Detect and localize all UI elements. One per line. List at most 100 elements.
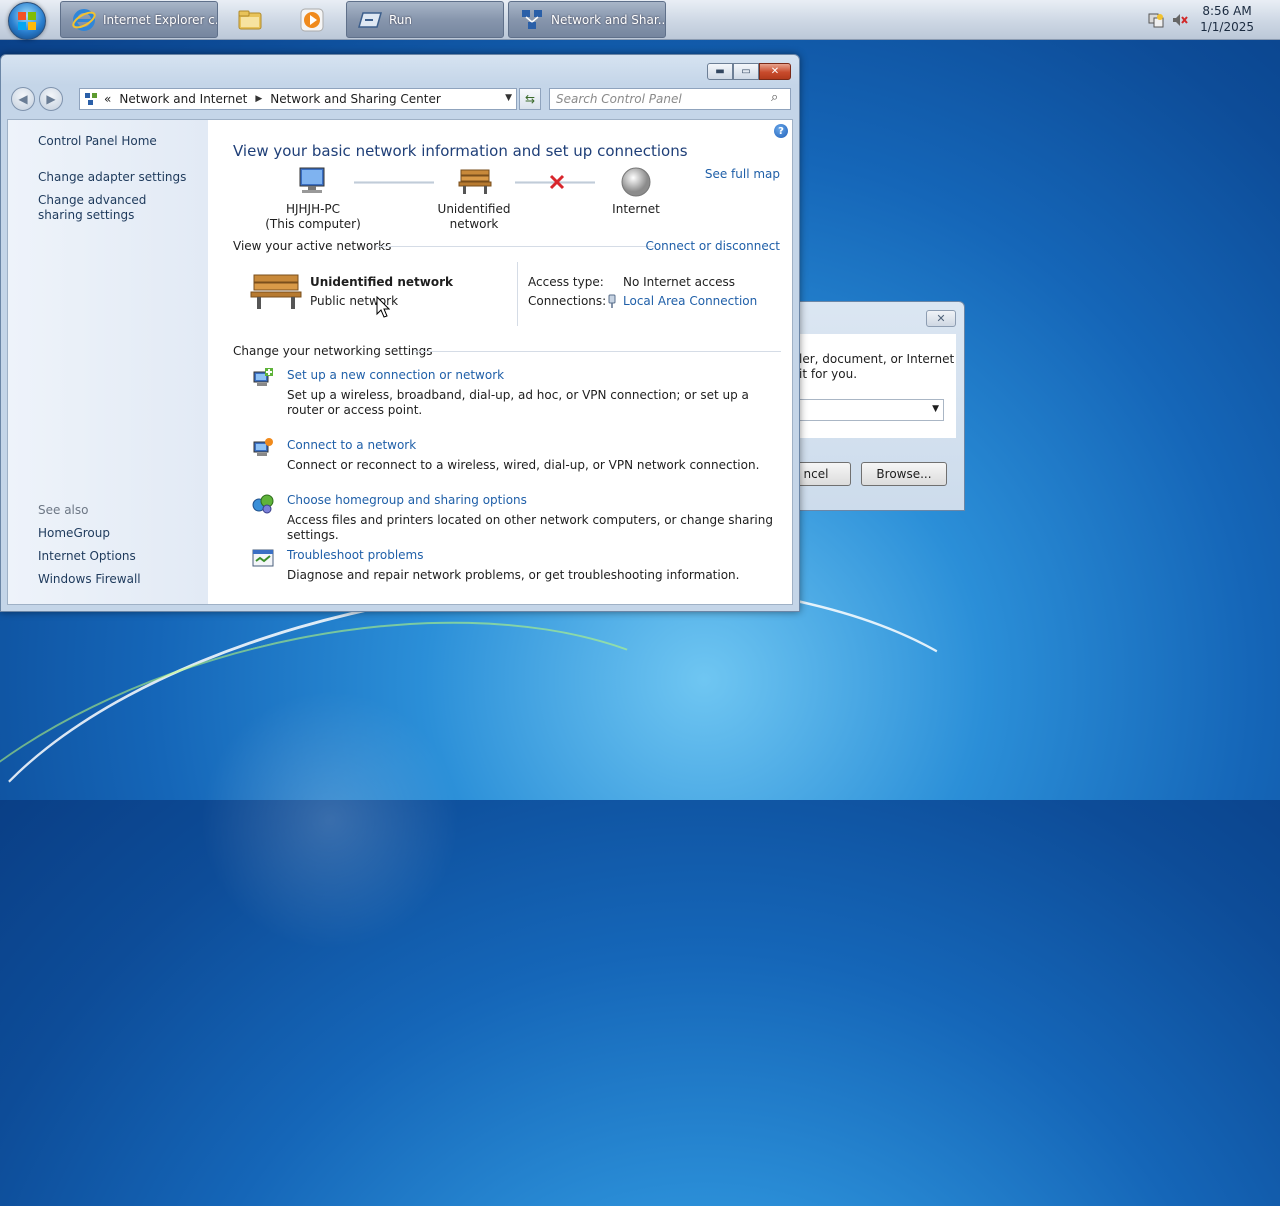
internet-globe-icon [621,167,651,197]
see-also-label: See also [38,503,89,517]
windows-firewall-link[interactable]: Windows Firewall [38,572,198,587]
connect-to-network-link[interactable]: Connect to a network [287,438,416,452]
breadcrumb-network-and-internet[interactable]: Network and Internet [119,92,247,106]
maximize-icon: ▭ [741,66,751,77]
chevron-right-icon[interactable]: ▶ [255,94,262,104]
breadcrumb-network-sharing-center[interactable]: Network and Sharing Center [270,92,441,106]
taskbar-item-media-player[interactable] [284,1,340,38]
disconnected-x-icon[interactable] [549,174,565,190]
see-full-map-link[interactable]: See full map [705,167,780,181]
dropdown-arrow-icon: ▼ [932,404,939,414]
close-button[interactable]: ✕ [759,63,791,80]
networking-settings-header: Change your networking settings [233,344,433,358]
active-networks-header: View your active networks [233,239,392,253]
divider [517,262,518,326]
taskbar-item-internet-explorer[interactable]: Internet Explorer c... [60,1,218,38]
taskbar-item-label: Network and Shar... [551,12,665,27]
connect-or-disconnect-link[interactable]: Connect or disconnect [645,239,780,253]
chevron-down-icon[interactable]: ▼ [505,93,512,103]
run-dialog-body: ler, document, or Internet it for you. ▼ [789,334,956,438]
active-network-name: Unidentified network [310,275,453,289]
change-adapter-settings-link[interactable]: Change adapter settings [38,170,198,185]
desktop-glow [200,690,460,950]
troubleshoot-problems-desc: Diagnose and repair network problems, or… [287,568,740,582]
ethernet-plug-icon [608,294,616,308]
connections-label: Connections: [528,294,607,308]
computer-sub: (This computer) [265,217,361,231]
run-browse-button[interactable]: Browse... [861,462,947,486]
control-panel-home-link[interactable]: Control Panel Home [38,134,198,149]
taskbar-item-run[interactable]: Run [346,1,504,38]
run-description-line: it for you. [799,367,858,381]
map-connection-line [354,181,434,184]
forward-button[interactable]: ▶ [39,87,63,111]
back-button[interactable]: ◀ [11,87,35,111]
taskbar-item-network-sharing[interactable]: Network and Shar... [508,1,666,38]
divider [376,246,656,247]
minimize-button[interactable]: ▬ [707,63,733,80]
taskbar-item-label: Run [389,12,413,27]
address-bar[interactable]: « Network and Internet ▶ Network and Sha… [79,88,517,110]
left-navigation-pane: Control Panel Home Change adapter settin… [8,120,208,604]
run-description: ler, document, or Internet it for you. [799,352,954,382]
homegroup-sharing-link[interactable]: Choose homegroup and sharing options [287,493,527,507]
homegroup-sharing-desc: Access files and printers located on oth… [287,513,773,542]
refresh-button[interactable]: ⇆ [519,88,541,110]
run-description-line: ler, document, or Internet [799,352,955,366]
bench-icon [458,169,492,194]
network-status-icon[interactable] [1148,12,1164,28]
arrow-left-icon: ◀ [18,92,28,106]
search-input[interactable]: Search Control Panel [549,88,791,110]
network-sharing-center-window: ▬ ▭ ✕ ◀ ▶ « Network and Internet ▶ Netwo… [0,54,800,612]
media-player-icon [300,8,324,31]
troubleshoot-problems-link[interactable]: Troubleshoot problems [287,548,423,562]
content-area: Control Panel Home Change adapter settin… [7,119,793,605]
start-button[interactable] [8,2,46,40]
taskbar-item-label: Internet Explorer c... [103,12,217,27]
address-row: ◀ ▶ « Network and Internet ▶ Network and… [9,87,793,111]
access-type-label: Access type: [528,275,604,289]
windows-logo-icon [18,12,36,30]
troubleshoot-icon [252,549,274,567]
page-title: View your basic network information and … [233,142,688,160]
homegroup-icon [252,494,274,514]
search-icon[interactable]: ⌕ [771,90,785,105]
taskbar-item-explorer[interactable] [222,1,280,38]
clock-time: 8:56 AM [1202,4,1252,18]
arrow-right-icon: ▶ [46,92,56,106]
setup-new-connection-desc: Set up a wireless, broadband, dial-up, a… [287,388,749,417]
close-icon: ✕ [770,66,780,77]
connect-to-network-desc: Connect or reconnect to a wireless, wire… [287,458,760,472]
help-icon[interactable]: ? [774,124,788,138]
bench-icon [250,274,302,309]
network-icon [85,93,97,105]
minimize-icon: ▬ [715,66,725,77]
map-computer-node: HJHJH-PC (This computer) [258,202,368,232]
volume-muted-icon[interactable] [1172,12,1188,28]
homegroup-link[interactable]: HomeGroup [38,526,198,541]
network-icon [522,9,542,29]
new-connection-icon [253,368,273,386]
run-icon [358,11,382,28]
map-internet-node: Internet [612,202,660,216]
run-open-combobox[interactable]: ▼ [789,399,944,421]
folder-icon [238,10,262,29]
refresh-icon: ⇆ [524,92,536,106]
run-dialog: ✕ ler, document, or Internet it for you.… [780,301,965,511]
access-type-value: No Internet access [623,275,736,289]
taskbar: Internet Explorer c... Run Network and S… [0,0,1280,40]
breadcrumb-overflow[interactable]: « [104,92,111,106]
map-network-node: Unidentified network [437,202,511,231]
clock[interactable]: 8:56 AM 1/1/2025 [1200,3,1254,35]
setup-new-connection-link[interactable]: Set up a new connection or network [287,368,504,382]
mouse-cursor-icon [376,296,390,318]
computer-icon [299,167,325,193]
internet-options-link[interactable]: Internet Options [38,549,198,564]
system-tray: 8:56 AM 1/1/2025 [1140,0,1280,40]
maximize-button[interactable]: ▭ [733,63,759,80]
run-close-button[interactable]: ✕ [926,310,956,327]
local-area-connection-link[interactable]: Local Area Connection [623,294,757,308]
change-advanced-sharing-link[interactable]: Change advanced sharing settings [38,193,188,223]
clock-date: 1/1/2025 [1200,20,1254,34]
close-icon: ✕ [936,312,946,325]
